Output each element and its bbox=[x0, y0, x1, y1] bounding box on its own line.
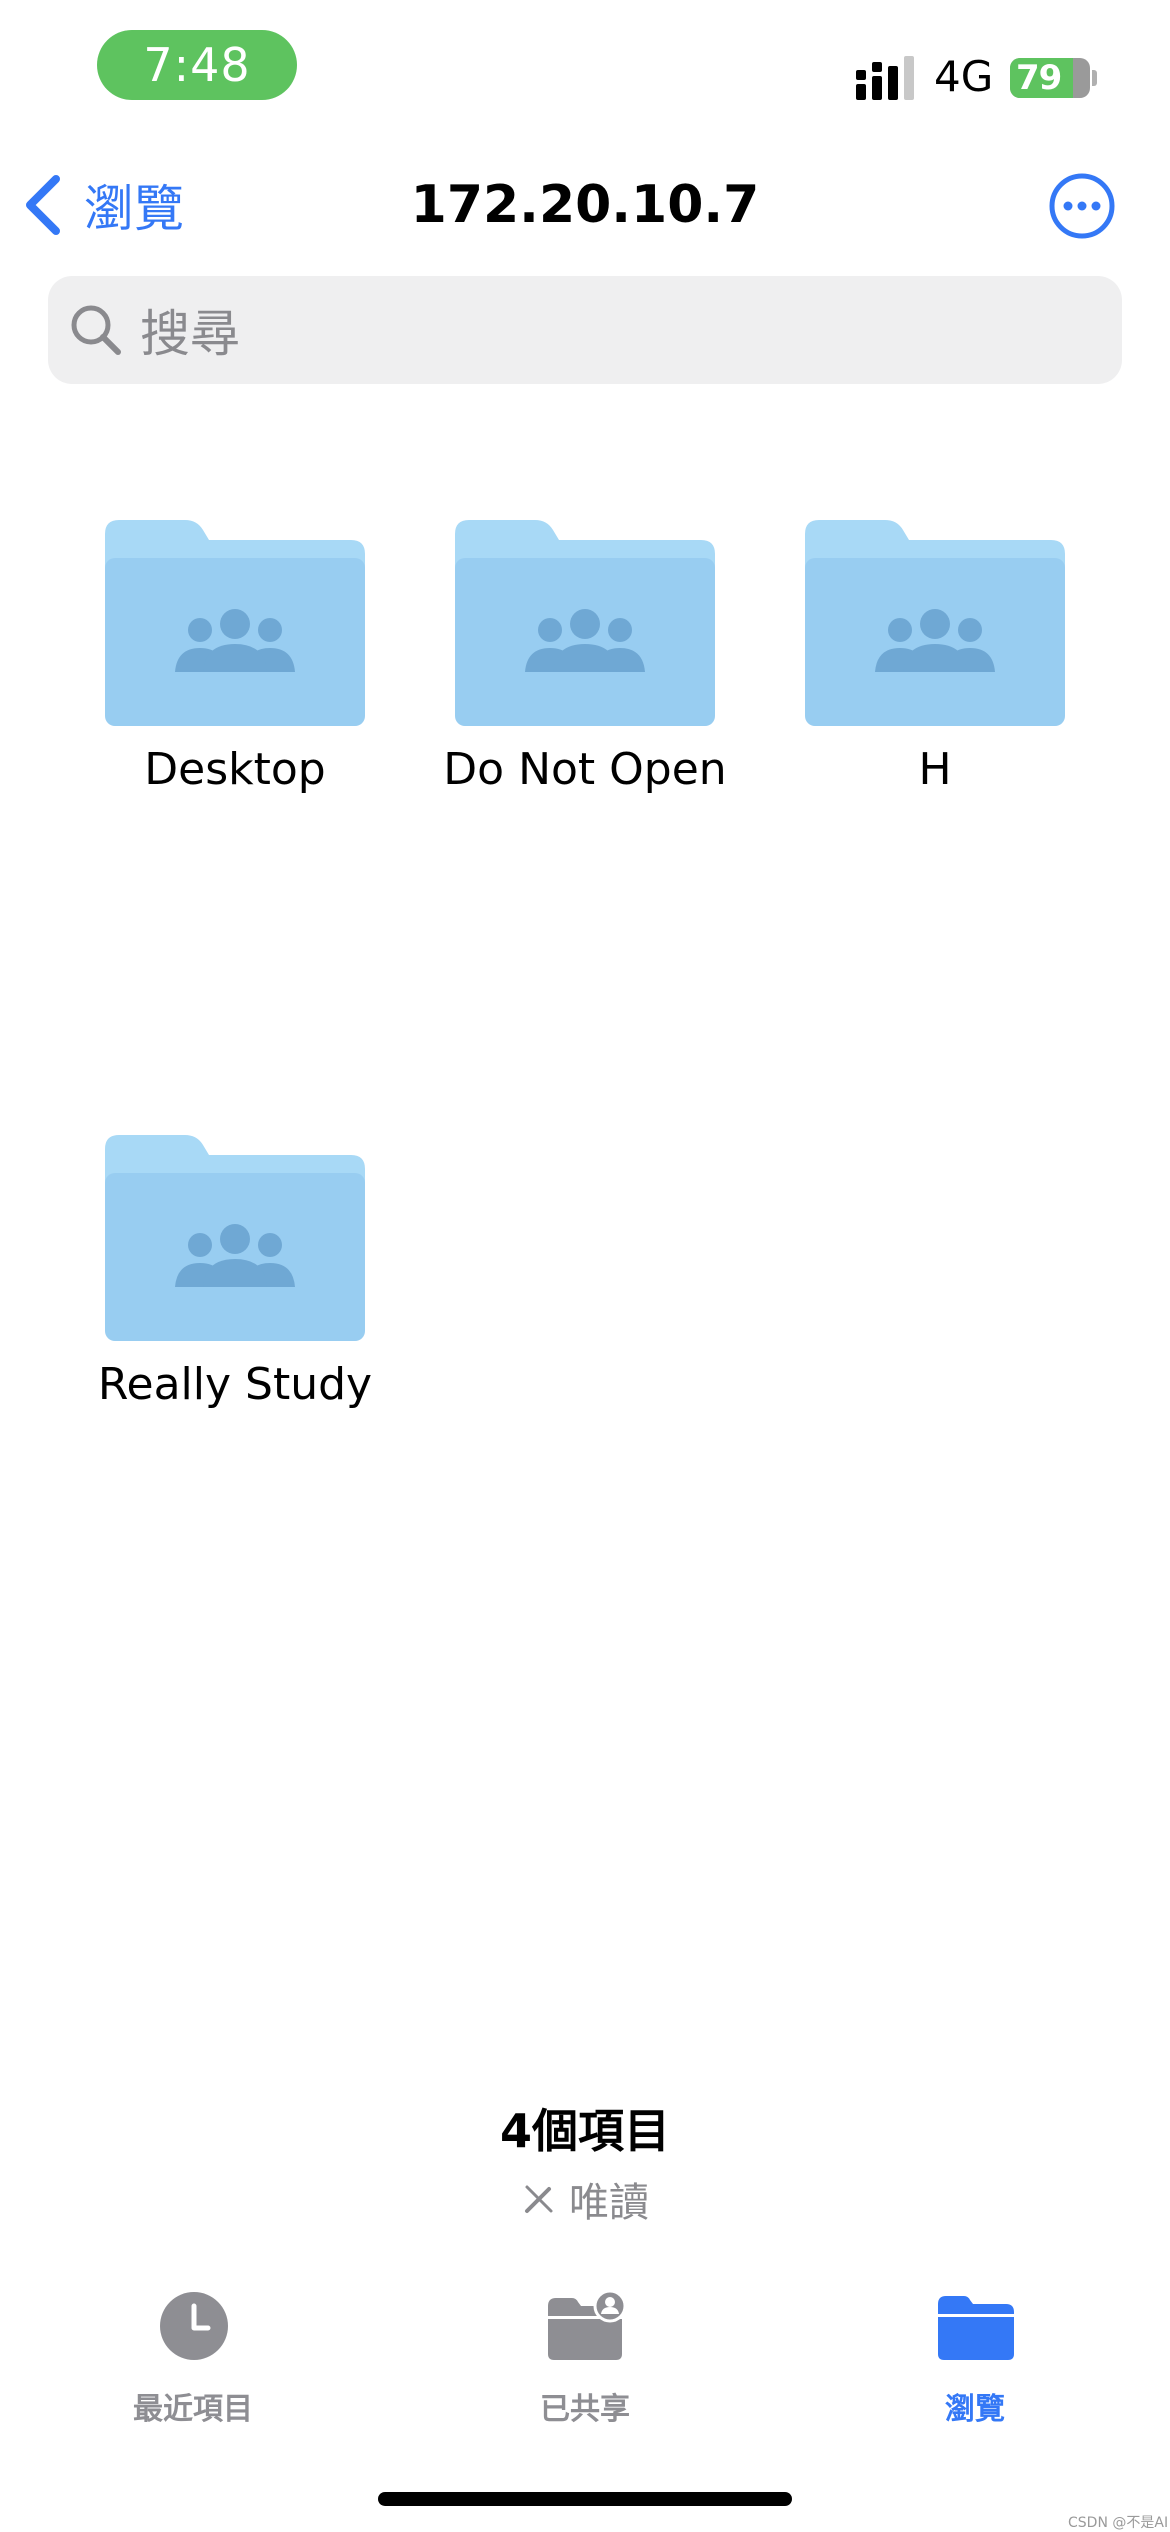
search-field[interactable]: 搜尋 bbox=[48, 276, 1122, 384]
shared-folder-icon bbox=[105, 1135, 365, 1341]
shared-folder-icon bbox=[805, 520, 1065, 726]
tab-recents[interactable]: 最近項目 bbox=[68, 2290, 318, 2430]
search-placeholder: 搜尋 bbox=[140, 305, 240, 363]
folder-item[interactable]: Do Not Open bbox=[415, 520, 755, 820]
cellular-signal-icon bbox=[856, 56, 914, 100]
back-button[interactable]: 瀏覽 bbox=[22, 170, 184, 240]
battery-nub bbox=[1092, 70, 1097, 86]
search-icon bbox=[71, 305, 121, 355]
back-label: 瀏覽 bbox=[84, 180, 184, 238]
folder-item[interactable]: Desktop bbox=[65, 520, 405, 820]
watermark: CSDN @不是AI bbox=[1068, 2515, 1169, 2531]
read-only-label: 唯讀 bbox=[569, 2180, 649, 2226]
folder-item[interactable]: H bbox=[765, 520, 1105, 820]
folder-name: Really Study bbox=[97, 1359, 373, 1410]
home-indicator[interactable] bbox=[378, 2492, 792, 2506]
folder-item[interactable]: Really Study bbox=[65, 1135, 405, 1435]
folder-name: Desktop bbox=[144, 744, 326, 795]
folder-name: H bbox=[918, 744, 952, 795]
shared-folder-icon bbox=[455, 520, 715, 726]
pencil-slash-icon bbox=[525, 2185, 553, 2213]
shared-folder-icon bbox=[105, 520, 365, 726]
files-app-screen: 7:48 4G 79 瀏覽 172.20.10.7 搜尋 Desktop Do … bbox=[0, 0, 1170, 2532]
clock-icon bbox=[160, 2292, 228, 2360]
page-title: 172.20.10.7 bbox=[410, 175, 760, 235]
items-count: 4個項目 bbox=[499, 2104, 670, 2158]
battery-percent: 79 bbox=[1016, 58, 1062, 98]
read-only-indicator: 唯讀 bbox=[385, 2170, 785, 2228]
battery-icon: 79 bbox=[1010, 58, 1090, 98]
shared-folder-icon bbox=[548, 2290, 626, 2360]
folder-icon bbox=[938, 2296, 1014, 2360]
network-type: 4G bbox=[934, 52, 994, 101]
tab-label: 已共享 bbox=[540, 2392, 630, 2427]
chevron-left-icon bbox=[26, 175, 60, 235]
tab-shared[interactable]: 已共享 bbox=[460, 2290, 710, 2430]
status-time[interactable]: 7:48 bbox=[97, 30, 297, 100]
tab-label: 最近項目 bbox=[133, 2392, 253, 2427]
ellipsis-circle-icon[interactable] bbox=[1048, 172, 1116, 240]
tab-label: 瀏覽 bbox=[945, 2392, 1005, 2427]
tab-browse[interactable]: 瀏覽 bbox=[850, 2290, 1100, 2430]
folder-name: Do Not Open bbox=[443, 744, 727, 795]
